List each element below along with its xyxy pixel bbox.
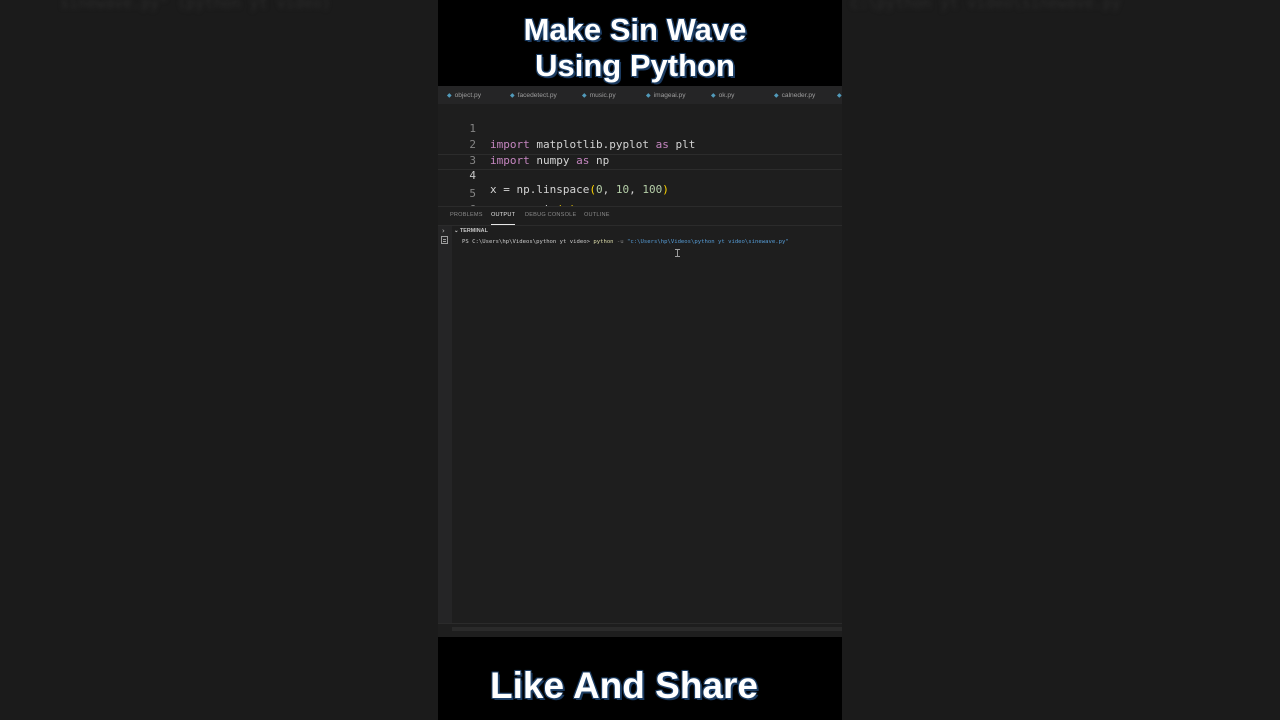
chevron-right-icon[interactable]: › [442,226,445,236]
terminal-panel[interactable]: › ⌄ TERMINAL PS C:\Users\hp\Videos\pytho… [438,225,842,624]
python-file-icon: ◆ [582,93,587,99]
tab-problems[interactable]: PROBLEMS [450,207,483,225]
terminal-list-icon[interactable] [441,236,448,244]
code-line: 2 import numpy as np [438,121,842,167]
horizontal-scrollbar[interactable] [452,627,842,631]
blurred-background-left: sinewave.py" (python yt video) [0,0,438,720]
python-file-icon: ◆ [774,93,779,99]
tab-calneder-py[interactable]: ◆ calneder.py [774,86,815,104]
editor-tab-bar: ◆ object.py ◆ facedetect.py ◆ music.py ◆ ima… [438,86,842,104]
tab-overflow-icon[interactable]: ◆ [837,86,842,104]
code-line: 3 [438,137,842,167]
terminal-command-line: PS C:\Users\hp\Videos\python yt video> p… [462,239,789,245]
code-line: 6 [438,186,842,216]
terminal-section-header[interactable]: ⌄ TERMINAL [454,226,488,236]
horizontal-scrollbar-area [438,623,842,637]
video-title: Make Sin Wave Using Python [438,12,832,84]
blurred-background-right: c:\python yt video\sinewave.py [842,0,1280,720]
code-editor-window: ◆ object.py ◆ facedetect.py ◆ music.py ◆ ima… [438,86,842,637]
code-line-active: 4 x = np.linspace(0, 10, 100) [438,154,842,196]
tab-facedetect-py[interactable]: ◆ facedetect.py [510,86,557,104]
terminal-gutter: › [438,226,452,624]
video-frame: Make Sin Wave Using Python ◆ object.py ◆ f… [438,0,842,720]
blurred-terminal-text: sinewave.py" (python yt video) [60,0,331,12]
tab-object-py[interactable]: ◆ object.py [447,86,481,104]
tab-imageai-py[interactable]: ◆ imageai.py [646,86,686,104]
code-area[interactable]: 1 import matplotlib.pyplot as plt 2 impo… [438,104,842,216]
code-line: 5 y = np.sin(x) [438,170,842,216]
video-title-line1: Make Sin Wave [523,12,747,47]
tab-debug-console[interactable]: DEBUG CONSOLE [525,207,576,225]
python-file-icon: ◆ [510,93,515,99]
code-line: 1 import matplotlib.pyplot as plt [438,105,842,151]
python-file-icon: ◆ [646,93,651,99]
tab-ok-py[interactable]: ◆ ok.py [711,86,734,104]
text-cursor-icon [675,249,680,257]
blurred-terminal-text: c:\python yt video\sinewave.py [850,0,1121,12]
tab-music-py[interactable]: ◆ music.py [582,86,616,104]
python-file-icon: ◆ [447,93,452,99]
tab-outline[interactable]: OUTLINE [584,207,610,225]
tab-output[interactable]: OUTPUT [491,207,516,225]
call-to-action-text: Like And Share [490,665,758,706]
panel-tab-bar: PROBLEMS OUTPUT DEBUG CONSOLE OUTLINE [438,207,842,225]
video-title-line2: Using Python [535,48,735,83]
python-file-icon: ◆ [711,93,716,99]
